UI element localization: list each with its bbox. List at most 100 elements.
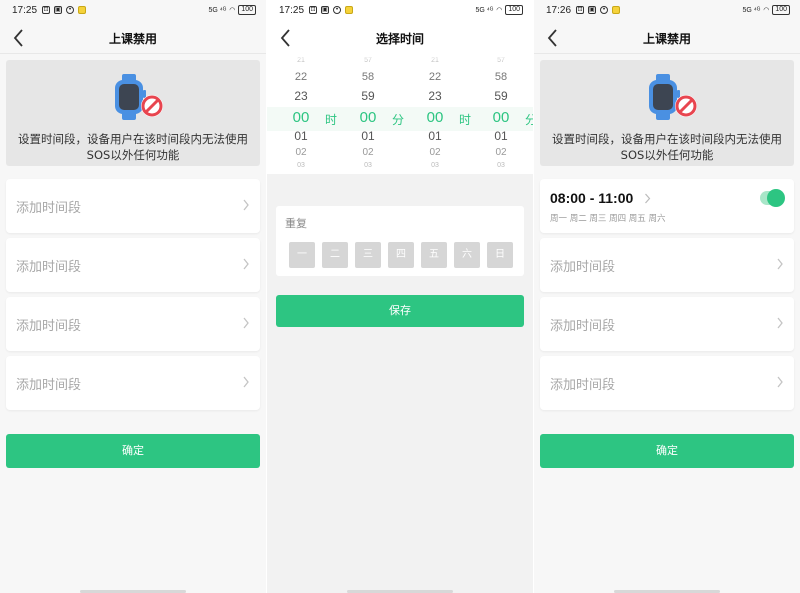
repeat-section: 重复 一 二 三 四 五 六 日	[276, 206, 524, 276]
banner-description: 设置时间段，设备用户在该时间段内无法使用SOS以外任何功能	[18, 132, 248, 162]
chevron-right-icon	[243, 317, 249, 329]
picker-value: 03	[364, 162, 372, 169]
repeat-label: 重复	[285, 217, 307, 230]
day-toggle-mon[interactable]: 一	[289, 242, 315, 268]
status-bar: 17:26 ⊡ ▣ • 5G ⁴ᴳ ◠ 100	[534, 0, 800, 22]
chevron-right-icon	[243, 376, 249, 388]
hour-unit: 时	[459, 113, 472, 127]
screen-class-mode-empty: 17:25 ⊡ ▣ • 5G ⁴ᴳ ◠ 100 上课禁用 设置时间段，设备用户在…	[0, 0, 266, 593]
picker-value: 58	[361, 71, 375, 83]
status-time: 17:26	[546, 5, 572, 16]
day-toggle-tue[interactable]: 二	[322, 242, 348, 268]
chevron-right-icon	[645, 193, 651, 204]
hour-unit: 时	[325, 113, 338, 127]
app-icon	[78, 6, 86, 14]
signal-text: 5G ⁴ᴳ	[208, 6, 227, 14]
signal-text: 5G ⁴ᴳ	[475, 6, 494, 14]
time-slot-toggle[interactable]	[760, 189, 785, 207]
add-time-slot[interactable]: 添加时间段	[6, 238, 260, 292]
add-time-slot-label: 添加时间段	[16, 378, 82, 393]
notification-icon: ⊡	[42, 6, 50, 14]
chevron-right-icon	[777, 376, 783, 388]
picker-value: 01	[428, 129, 442, 143]
notification-icon: ⊡	[576, 6, 584, 14]
add-time-slot-label: 添加时间段	[550, 378, 616, 393]
add-time-slot[interactable]: 添加时间段	[6, 356, 260, 410]
status-indicators: 5G ⁴ᴳ ◠ 100	[742, 5, 790, 15]
add-time-slot-label: 添加时间段	[16, 319, 82, 334]
time-slot-item[interactable]: 08:00 - 11:00 周一 周二 周三 周四 周五 周六	[540, 179, 794, 233]
minute-unit: 分	[392, 113, 405, 127]
app-icon	[345, 6, 353, 14]
picker-selected-value: 00	[292, 109, 310, 126]
picker-value: 03	[297, 162, 305, 169]
battery-icon: 100	[772, 5, 790, 15]
add-time-slot[interactable]: 添加时间段	[6, 297, 260, 351]
picker-value: 59	[361, 89, 375, 103]
chat-icon: •	[333, 6, 341, 14]
time-slot-days: 周一 周二 周三 周四 周五 周六	[550, 214, 666, 224]
day-toggle-fri[interactable]: 五	[421, 242, 447, 268]
picker-value: 03	[431, 162, 439, 169]
add-time-slot[interactable]: 添加时间段	[540, 356, 794, 410]
status-bar: 17:25 ⊡ ▣ • 5G ⁴ᴳ ◠ 100	[0, 0, 266, 22]
status-time: 17:25	[279, 5, 305, 16]
picker-value: 03	[497, 162, 505, 169]
wifi-icon: ◠	[229, 7, 236, 14]
screen-class-mode-configured: 17:26 ⊡ ▣ • 5G ⁴ᴳ ◠ 100 上课禁用 设置时间段，设备用户在…	[534, 0, 800, 593]
confirm-button[interactable]: 确定	[6, 434, 260, 468]
picker-selected-value: 00	[426, 109, 444, 126]
info-banner: 设置时间段，设备用户在该时间段内无法使用SOS以外任何功能	[6, 60, 260, 166]
picker-selected-value: 00	[492, 109, 510, 126]
weekday-selector: 一 二 三 四 五 六 日	[289, 242, 513, 268]
add-time-slot-label: 添加时间段	[16, 201, 82, 216]
page-title: 上课禁用	[642, 32, 691, 46]
add-time-slot[interactable]: 添加时间段	[540, 238, 794, 292]
add-time-slot-label: 添加时间段	[550, 319, 616, 334]
picker-value: 01	[494, 129, 508, 143]
chevron-right-icon	[243, 258, 249, 270]
wifi-icon: ◠	[496, 7, 503, 14]
status-indicators: 5G ⁴ᴳ ◠ 100	[475, 5, 523, 15]
banner-description: 设置时间段，设备用户在该时间段内无法使用SOS以外任何功能	[552, 132, 782, 162]
picker-fade	[267, 54, 533, 62]
day-toggle-sat[interactable]: 六	[454, 242, 480, 268]
info-banner: 设置时间段，设备用户在该时间段内无法使用SOS以外任何功能	[540, 60, 794, 166]
nav-bar: 上课禁用	[0, 22, 266, 54]
watch-disabled-icon	[115, 74, 163, 120]
picker-value: 22	[294, 71, 308, 83]
save-button[interactable]: 保存	[276, 295, 524, 327]
picker-value: 59	[494, 89, 508, 103]
picker-value: 02	[295, 147, 307, 158]
screen-select-time: 17:25 ⊡ ▣ • 5G ⁴ᴳ ◠ 100 选择时间 21 22 23 00…	[267, 0, 533, 593]
minute-unit: 分	[525, 113, 533, 127]
day-toggle-sun[interactable]: 日	[487, 242, 513, 268]
picker-value: 01	[361, 129, 375, 143]
picker-value: 01	[294, 129, 308, 143]
app-icon	[612, 6, 620, 14]
picker-selected-value: 00	[359, 109, 377, 126]
watch-disabled-icon	[649, 74, 697, 120]
page-title: 上课禁用	[108, 32, 157, 46]
add-time-slot[interactable]: 添加时间段	[6, 179, 260, 233]
day-toggle-wed[interactable]: 三	[355, 242, 381, 268]
add-time-slot-label: 添加时间段	[550, 260, 616, 275]
chevron-right-icon	[777, 258, 783, 270]
status-indicators: 5G ⁴ᴳ ◠ 100	[208, 5, 256, 15]
status-time: 17:25	[12, 5, 38, 16]
chevron-right-icon	[243, 199, 249, 211]
battery-icon: 100	[238, 5, 256, 15]
picker-value: 23	[428, 89, 442, 103]
picker-value: 58	[494, 71, 508, 83]
time-picker[interactable]: 21 22 23 00 时 01 02 03 57 58 59 00 分 01 …	[267, 54, 533, 174]
picker-value: 02	[362, 147, 374, 158]
chat-icon: •	[66, 6, 74, 14]
add-time-slot[interactable]: 添加时间段	[540, 297, 794, 351]
day-toggle-thu[interactable]: 四	[388, 242, 414, 268]
chat-icon: •	[600, 6, 608, 14]
page-title: 选择时间	[375, 32, 424, 46]
confirm-button[interactable]: 确定	[540, 434, 794, 468]
picker-value: 02	[429, 147, 441, 158]
picker-value: 23	[294, 89, 308, 103]
toggle-knob	[767, 189, 785, 207]
